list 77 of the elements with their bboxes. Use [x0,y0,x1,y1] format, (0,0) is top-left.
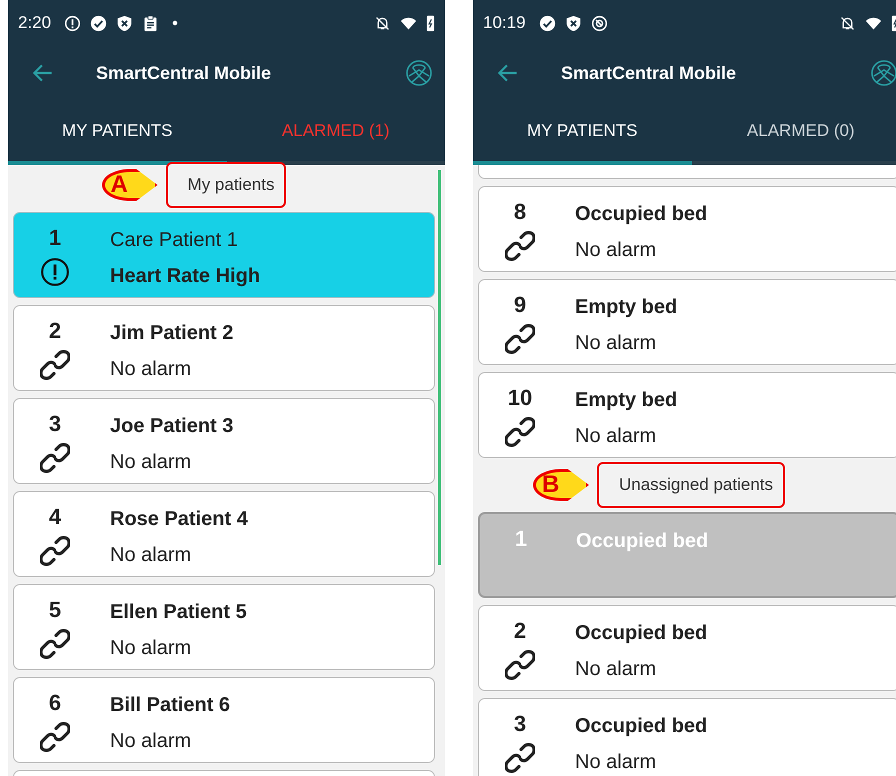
patient-name: Empty bed [575,389,678,412]
bed-number: 5 [48,597,62,623]
alarm-status: No alarm [110,451,192,474]
patient-card[interactable]: 5 Ellen Patient 5 No alarm [13,584,435,670]
bed-number: 3 [514,711,526,737]
alert-circle-icon [64,14,82,32]
link-icon [40,722,70,752]
bed-number: 4 [48,504,62,530]
bed-number: 6 [48,690,62,716]
patient-name: Empty bed [575,296,678,319]
bed-number: 2 [48,318,62,344]
check-circle-icon [90,14,108,32]
alarm-status: No alarm [110,544,192,567]
patient-card[interactable]: 9 Empty bed No alarm [478,279,896,365]
link-icon [40,443,70,473]
bell-off-icon [839,14,856,32]
link-icon [40,536,70,566]
patient-name: Occupied bed [575,622,708,645]
bed-number: 3 [48,411,62,437]
link-icon [505,650,535,680]
callout-marker: B [532,469,589,501]
patient-name: Occupied bed [575,715,708,738]
link-icon [505,231,535,261]
patient-card[interactable]: 3 Occupied bed No alarm [478,698,896,776]
patient-name: Rose Patient 4 [110,508,248,531]
callout-marker: A [102,169,158,201]
patient-name: Ellen Patient 5 [110,601,247,624]
bed-number: 9 [514,292,526,318]
link-icon [505,324,535,354]
patient-card[interactable]: 4 Rose Patient 4 No alarm [13,491,435,577]
app-title: SmartCentral Mobile [96,62,272,84]
alarm-status: No alarm [575,658,658,681]
status-time: 2:20 [18,13,52,33]
patient-name: Occupied bed [575,203,708,226]
patient-card[interactable]: 8 Occupied bed No alarm [478,186,896,272]
alarm-status: No alarm [110,637,192,660]
app-title: SmartCentral Mobile [561,62,738,84]
alarm-status: Heart Rate High [110,265,260,288]
section-header: My patients [166,162,286,208]
link-icon [505,417,535,447]
clipboard-icon [142,14,160,32]
patient-name: Care Patient 1 [110,229,239,252]
patient-card[interactable]: 2 Jim Patient 2 No alarm [13,305,435,391]
user-profile-icon[interactable] [870,59,896,87]
patient-card[interactable]: 3 Joe Patient 3 No alarm [13,398,435,484]
alarm-status: No alarm [575,332,658,355]
section-header: Unassigned patients [596,462,786,508]
patient-name: Bill Patient 6 [110,694,230,717]
alarm-status: No alarm [110,730,192,753]
alarm-status: No alarm [110,358,192,381]
link-icon [40,629,70,659]
shield-x-icon [116,14,134,32]
patient-card[interactable]: 1 Care Patient 1 Heart Rate High [13,212,435,298]
shield-x-icon [564,14,582,32]
bell-off-icon [374,14,391,32]
alarm-status: No alarm [575,239,658,262]
link-icon [40,350,70,380]
dot-icon [172,20,178,26]
patient-card[interactable]: 6 Bill Patient 6 No alarm [13,677,435,763]
link-icon [505,743,535,773]
status-time: 10:19 [483,13,526,33]
patient-name: Jim Patient 2 [110,322,234,345]
bed-number: 10 [508,385,532,411]
alert-circle-icon [40,257,70,287]
patient-card[interactable]: 2 Occupied bed No alarm [478,605,896,691]
bed-number: 1 [514,526,528,552]
alarm-status: No alarm [575,425,658,448]
bed-number: 8 [514,199,526,225]
bed-number: 1 [48,225,62,251]
bed-number: 2 [514,618,526,644]
patient-name: Occupied bed [576,530,708,553]
patient-name: Joe Patient 3 [110,415,234,438]
alarm-status: No alarm [575,751,658,774]
check-circle-icon [538,14,556,32]
patient-card[interactable]: 10 Empty bed No alarm [478,372,896,458]
user-profile-icon[interactable] [405,59,433,87]
battery-icon [426,14,435,32]
